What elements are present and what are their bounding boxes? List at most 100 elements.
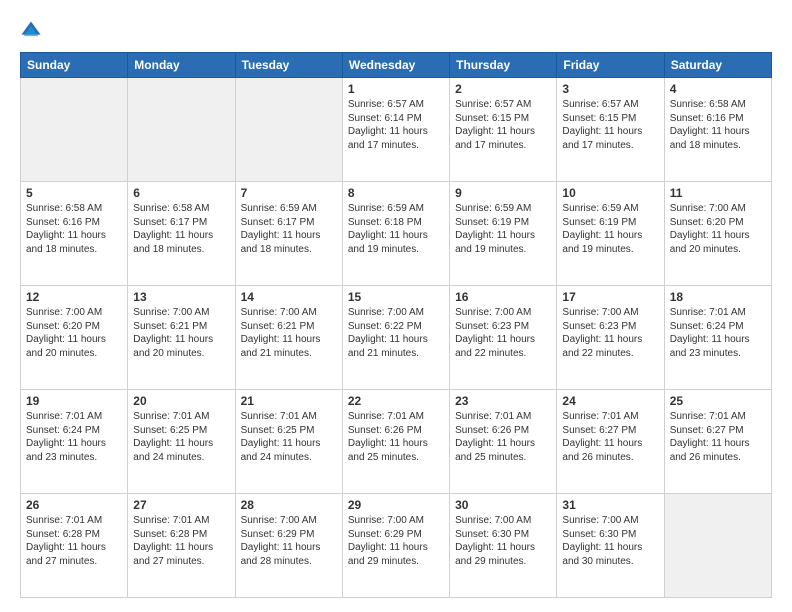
cell-info: Sunrise: 7:00 AMSunset: 6:30 PMDaylight:… [455, 514, 551, 568]
cell-info: Sunrise: 7:01 AMSunset: 6:25 PMDaylight:… [133, 410, 229, 464]
day-number: 27 [133, 498, 229, 512]
calendar-cell: 3 Sunrise: 6:57 AMSunset: 6:15 PMDaylight… [557, 78, 664, 182]
cell-info: Sunrise: 6:58 AMSunset: 6:16 PMDaylight:… [670, 98, 766, 152]
calendar-cell: 27 Sunrise: 7:01 AMSunset: 6:28 PMDayligh… [128, 494, 235, 598]
cell-info: Sunrise: 7:00 AMSunset: 6:20 PMDaylight:… [670, 202, 766, 256]
calendar-cell: 6 Sunrise: 6:58 AMSunset: 6:17 PMDaylight… [128, 182, 235, 286]
calendar-cell: 12 Sunrise: 7:00 AMSunset: 6:20 PMDayligh… [21, 286, 128, 390]
weekday-header: Thursday [450, 53, 557, 78]
calendar-cell: 8 Sunrise: 6:59 AMSunset: 6:18 PMDaylight… [342, 182, 449, 286]
cell-info: Sunrise: 6:59 AMSunset: 6:19 PMDaylight:… [455, 202, 551, 256]
calendar-cell [21, 78, 128, 182]
calendar-cell: 29 Sunrise: 7:00 AMSunset: 6:29 PMDayligh… [342, 494, 449, 598]
cell-info: Sunrise: 7:01 AMSunset: 6:28 PMDaylight:… [26, 514, 122, 568]
day-number: 11 [670, 186, 766, 200]
cell-info: Sunrise: 6:59 AMSunset: 6:19 PMDaylight:… [562, 202, 658, 256]
calendar-cell: 18 Sunrise: 7:01 AMSunset: 6:24 PMDayligh… [664, 286, 771, 390]
day-number: 7 [241, 186, 337, 200]
day-number: 19 [26, 394, 122, 408]
day-number: 10 [562, 186, 658, 200]
calendar-cell: 14 Sunrise: 7:00 AMSunset: 6:21 PMDayligh… [235, 286, 342, 390]
day-number: 23 [455, 394, 551, 408]
calendar-cell: 21 Sunrise: 7:01 AMSunset: 6:25 PMDayligh… [235, 390, 342, 494]
calendar-week-row: 19 Sunrise: 7:01 AMSunset: 6:24 PMDayligh… [21, 390, 772, 494]
cell-info: Sunrise: 7:00 AMSunset: 6:22 PMDaylight:… [348, 306, 444, 360]
calendar-week-row: 5Sunrise: 6:58 AMSunset: 6:16 PMDaylight… [21, 182, 772, 286]
weekday-header: Sunday [21, 53, 128, 78]
cell-info: Sunrise: 7:00 AMSunset: 6:20 PMDaylight:… [26, 306, 122, 360]
cell-info: Sunrise: 7:00 AMSunset: 6:23 PMDaylight:… [562, 306, 658, 360]
cell-info: Sunrise: 6:58 AMSunset: 6:17 PMDaylight:… [133, 202, 229, 256]
day-number: 8 [348, 186, 444, 200]
calendar-cell: 2Sunrise: 6:57 AMSunset: 6:15 PMDaylight… [450, 78, 557, 182]
day-number: 18 [670, 290, 766, 304]
cell-info: Sunrise: 7:00 AMSunset: 6:30 PMDaylight:… [562, 514, 658, 568]
day-number: 24 [562, 394, 658, 408]
cell-info: Sunrise: 6:57 AMSunset: 6:14 PMDaylight:… [348, 98, 444, 152]
cell-info: Sunrise: 7:00 AMSunset: 6:21 PMDaylight:… [133, 306, 229, 360]
day-number: 20 [133, 394, 229, 408]
cell-info: Sunrise: 7:01 AMSunset: 6:24 PMDaylight:… [670, 306, 766, 360]
cell-info: Sunrise: 6:59 AMSunset: 6:17 PMDaylight:… [241, 202, 337, 256]
calendar-table: SundayMondayTuesdayWednesdayThursdayFrid… [20, 52, 772, 598]
day-number: 30 [455, 498, 551, 512]
calendar-cell [128, 78, 235, 182]
logo [20, 18, 46, 42]
day-number: 17 [562, 290, 658, 304]
calendar-cell: 20 Sunrise: 7:01 AMSunset: 6:25 PMDayligh… [128, 390, 235, 494]
calendar-cell: 30 Sunrise: 7:00 AMSunset: 6:30 PMDayligh… [450, 494, 557, 598]
day-number: 16 [455, 290, 551, 304]
day-number: 22 [348, 394, 444, 408]
cell-info: Sunrise: 6:59 AMSunset: 6:18 PMDaylight:… [348, 202, 444, 256]
cell-info: Sunrise: 7:00 AMSunset: 6:29 PMDaylight:… [241, 514, 337, 568]
cell-info: Sunrise: 7:00 AMSunset: 6:23 PMDaylight:… [455, 306, 551, 360]
day-number: 29 [348, 498, 444, 512]
day-number: 26 [26, 498, 122, 512]
cell-info: Sunrise: 7:01 AMSunset: 6:28 PMDaylight:… [133, 514, 229, 568]
cell-info: Sunrise: 7:01 AMSunset: 6:25 PMDaylight:… [241, 410, 337, 464]
cell-info: Sunrise: 7:00 AMSunset: 6:21 PMDaylight:… [241, 306, 337, 360]
weekday-header: Saturday [664, 53, 771, 78]
calendar-cell: 26 Sunrise: 7:01 AMSunset: 6:28 PMDayligh… [21, 494, 128, 598]
day-number: 21 [241, 394, 337, 408]
calendar-cell: 11 Sunrise: 7:00 AMSunset: 6:20 PMDayligh… [664, 182, 771, 286]
calendar-cell: 22 Sunrise: 7:01 AMSunset: 6:26 PMDayligh… [342, 390, 449, 494]
cell-info: Sunrise: 7:01 AMSunset: 6:26 PMDaylight:… [348, 410, 444, 464]
cell-info: Sunrise: 7:01 AMSunset: 6:26 PMDaylight:… [455, 410, 551, 464]
calendar-cell: 5Sunrise: 6:58 AMSunset: 6:16 PMDaylight… [21, 182, 128, 286]
weekday-header: Monday [128, 53, 235, 78]
calendar-cell: 17 Sunrise: 7:00 AMSunset: 6:23 PMDayligh… [557, 286, 664, 390]
day-number: 4 [670, 82, 766, 96]
calendar-cell: 13Sunrise: 7:00 AMSunset: 6:21 PMDayligh… [128, 286, 235, 390]
calendar-cell: 24 Sunrise: 7:01 AMSunset: 6:27 PMDayligh… [557, 390, 664, 494]
calendar-cell: 1 Sunrise: 6:57 AMSunset: 6:14 PMDaylight… [342, 78, 449, 182]
day-number: 6 [133, 186, 229, 200]
cell-info: Sunrise: 6:57 AMSunset: 6:15 PMDaylight:… [562, 98, 658, 152]
page: SundayMondayTuesdayWednesdayThursdayFrid… [0, 0, 792, 612]
weekday-header: Tuesday [235, 53, 342, 78]
day-number: 1 [348, 82, 444, 96]
cell-info: Sunrise: 6:57 AMSunset: 6:15 PMDaylight:… [455, 98, 551, 152]
weekday-header: Friday [557, 53, 664, 78]
calendar-cell: 15 Sunrise: 7:00 AMSunset: 6:22 PMDayligh… [342, 286, 449, 390]
cell-info: Sunrise: 6:58 AMSunset: 6:16 PMDaylight:… [26, 202, 122, 256]
calendar-week-row: 12 Sunrise: 7:00 AMSunset: 6:20 PMDayligh… [21, 286, 772, 390]
calendar-cell: 31 Sunrise: 7:00 AMSunset: 6:30 PMDayligh… [557, 494, 664, 598]
calendar-cell: 25Sunrise: 7:01 AMSunset: 6:27 PMDayligh… [664, 390, 771, 494]
day-number: 28 [241, 498, 337, 512]
cell-info: Sunrise: 7:00 AMSunset: 6:29 PMDaylight:… [348, 514, 444, 568]
cell-info: Sunrise: 7:01 AMSunset: 6:24 PMDaylight:… [26, 410, 122, 464]
cell-info: Sunrise: 7:01 AMSunset: 6:27 PMDaylight:… [562, 410, 658, 464]
day-number: 3 [562, 82, 658, 96]
weekday-header: Wednesday [342, 53, 449, 78]
day-number: 31 [562, 498, 658, 512]
calendar-cell: 16 Sunrise: 7:00 AMSunset: 6:23 PMDayligh… [450, 286, 557, 390]
day-number: 9 [455, 186, 551, 200]
calendar-week-row: 1 Sunrise: 6:57 AMSunset: 6:14 PMDaylight… [21, 78, 772, 182]
calendar-cell: 9 Sunrise: 6:59 AMSunset: 6:19 PMDaylight… [450, 182, 557, 286]
day-number: 12 [26, 290, 122, 304]
calendar-cell: 19 Sunrise: 7:01 AMSunset: 6:24 PMDayligh… [21, 390, 128, 494]
day-number: 15 [348, 290, 444, 304]
day-number: 14 [241, 290, 337, 304]
calendar-cell [664, 494, 771, 598]
